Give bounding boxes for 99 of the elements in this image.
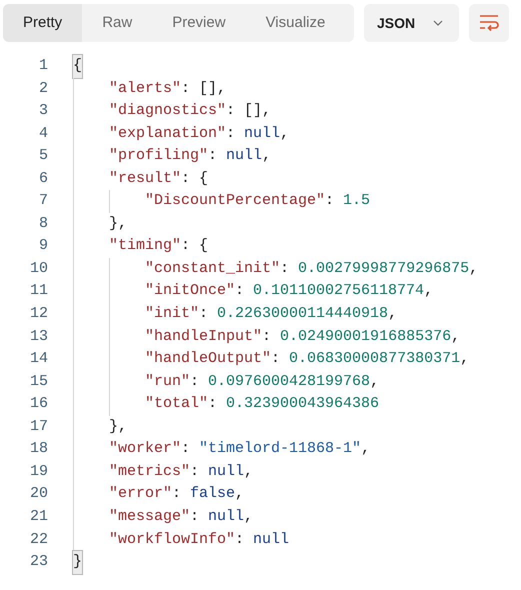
json-punctuation: },	[109, 416, 128, 437]
json-key: "alerts"	[109, 78, 182, 100]
line-number: 9	[38, 236, 48, 256]
json-key: "run"	[145, 370, 190, 394]
json-key: "diagnostics"	[109, 100, 226, 123]
json-key: "total"	[145, 393, 208, 416]
view-tab[interactable]: Visualize	[246, 4, 346, 42]
json-punctuation: :	[235, 281, 246, 302]
json-punctuation: ,	[424, 281, 434, 302]
view-tab[interactable]: Raw	[82, 4, 152, 42]
json-punctuation: : [],	[181, 78, 226, 99]
json-literal: null	[208, 462, 244, 482]
json-punctuation: :	[208, 146, 218, 166]
line-number: 15	[28, 372, 48, 392]
line-number: 12	[28, 304, 48, 324]
json-punctuation: ,	[460, 349, 470, 370]
line-number: 4	[38, 124, 48, 144]
json-key: "message"	[109, 506, 190, 528]
json-literal: null	[244, 124, 280, 144]
json-literal: null	[253, 530, 290, 550]
line-number: 6	[38, 168, 48, 189]
json-number: 0.22630000114440918	[217, 304, 388, 324]
json-punctuation: : [],	[226, 101, 272, 122]
json-number: 0.10110002756118774	[253, 281, 424, 302]
view-tab[interactable]: Preview	[152, 4, 246, 42]
json-punctuation: ,	[280, 124, 290, 144]
json-key: "result"	[109, 168, 182, 190]
line-number: 1	[38, 56, 48, 76]
json-punctuation: :	[262, 326, 272, 347]
line-number: 3	[38, 101, 48, 122]
json-punctuation: :	[271, 349, 282, 370]
json-number: 0.02490001916885376	[280, 326, 452, 347]
json-punctuation: :	[235, 530, 246, 550]
json-key: "handleInput"	[145, 326, 262, 348]
line-number: 13	[28, 326, 48, 347]
json-key: "DiscountPercentage"	[145, 190, 326, 213]
line-number: 8	[38, 214, 48, 234]
json-punctuation: :	[325, 191, 336, 212]
json-key: "error"	[109, 483, 172, 506]
json-punctuation: :	[280, 258, 290, 279]
format-dropdown[interactable]: JSON	[364, 4, 459, 42]
json-punctuation: :	[208, 394, 218, 414]
json-key: "explanation"	[109, 122, 226, 146]
line-number: 2	[38, 78, 48, 99]
json-punctuation: :	[190, 506, 200, 527]
view-tab[interactable]: Pretty	[3, 4, 82, 42]
json-punctuation: : {	[181, 236, 208, 256]
line-number: 21	[28, 506, 48, 527]
json-key: "timing"	[109, 235, 182, 258]
json-key: "profiling"	[109, 145, 208, 168]
json-punctuation: ,	[244, 462, 254, 482]
json-punctuation: ,	[262, 146, 272, 166]
json-key: "worker"	[109, 438, 182, 461]
json-punctuation: ,	[469, 258, 478, 279]
json-punctuation: ,	[370, 372, 380, 392]
json-punctuation: ,	[235, 484, 244, 504]
line-number: 11	[28, 281, 48, 302]
line-number: 20	[28, 484, 48, 504]
json-punctuation: :	[199, 304, 210, 324]
json-number: 0.323900043964386	[226, 394, 380, 414]
json-literal: null	[226, 146, 262, 166]
line-number: 19	[28, 462, 48, 482]
json-key: "initOnce"	[145, 280, 236, 303]
json-key: "init"	[145, 303, 200, 326]
json-number: 0.06830000877380371	[289, 349, 460, 370]
json-key: "constant_init"	[145, 258, 280, 280]
json-key: "workflowInfo"	[109, 528, 236, 551]
line-number: 16	[28, 394, 48, 414]
json-punctuation: ,	[388, 304, 398, 324]
json-literal: false	[190, 484, 236, 504]
matched-brace: {	[73, 55, 82, 78]
json-punctuation: },	[109, 214, 128, 234]
line-number: 22	[28, 530, 48, 550]
json-punctuation: ,	[451, 326, 460, 347]
json-punctuation: :	[226, 124, 236, 144]
json-punctuation: : {	[181, 168, 208, 189]
json-literal: null	[208, 506, 244, 527]
chevron-down-icon	[433, 20, 444, 26]
json-number: 1.5	[343, 191, 370, 212]
line-number: 17	[28, 416, 48, 437]
json-punctuation: ,	[361, 439, 370, 460]
line-number: 7	[38, 191, 48, 212]
json-punctuation: ,	[244, 506, 254, 527]
json-string: "timelord-11868-1"	[199, 439, 362, 460]
json-punctuation: :	[172, 484, 182, 504]
json-key: "handleOutput"	[145, 348, 272, 371]
json-number: 0.0976000428199768	[208, 372, 370, 392]
line-number: 18	[28, 439, 48, 460]
line-number: 10	[28, 258, 48, 279]
json-number: 0.00279998779296875	[298, 258, 470, 279]
line-number: 5	[38, 146, 48, 166]
json-punctuation: :	[190, 372, 200, 392]
matched-brace: }	[73, 551, 82, 574]
json-punctuation: :	[181, 439, 192, 460]
json-punctuation: :	[190, 462, 200, 482]
line-number: 23	[28, 552, 48, 572]
json-key: "metrics"	[109, 460, 190, 484]
line-number: 14	[28, 349, 48, 370]
wrap-lines-button[interactable]	[469, 4, 509, 42]
